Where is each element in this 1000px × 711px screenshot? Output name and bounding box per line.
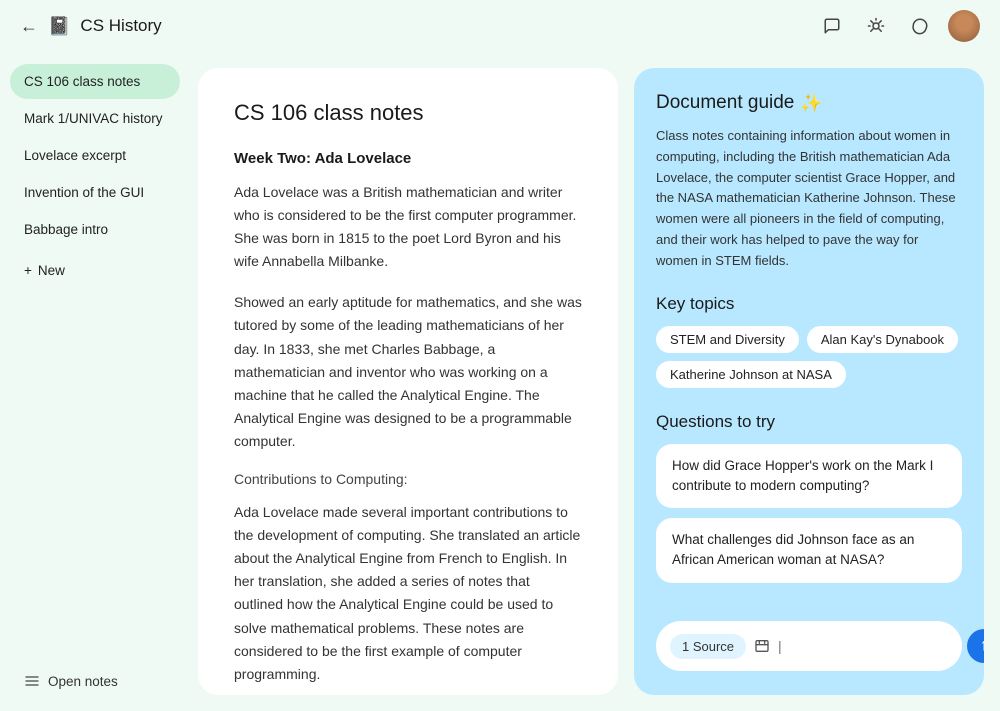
input-bar: 1 Source ↑	[656, 621, 962, 671]
plus-icon: +	[24, 263, 32, 278]
sidebar-item-cs106[interactable]: CS 106 class notes	[10, 64, 180, 99]
sidebar-item-gui[interactable]: Invention of the GUI	[10, 175, 180, 210]
chat-icon	[823, 17, 841, 35]
topics-container: STEM and Diversity Alan Kay's Dynabook K…	[656, 326, 962, 388]
open-notes-button[interactable]: Open notes	[10, 663, 180, 699]
attach-icon-button[interactable]	[754, 638, 770, 654]
doc-para-2: Showed an early aptitude for mathematics…	[234, 291, 582, 453]
main-layout: CS 106 class notes Mark 1/UNIVAC history…	[0, 52, 1000, 711]
guide-title: Document guide	[656, 92, 794, 114]
sparkle-icon: ✨	[800, 93, 822, 114]
comment-icon	[911, 17, 929, 35]
back-button[interactable]: ←	[20, 16, 38, 37]
send-button[interactable]: ↑	[967, 629, 984, 663]
bug-icon-button[interactable]	[860, 10, 892, 42]
new-note-button[interactable]: + New	[10, 253, 180, 288]
guide-spacer	[656, 609, 962, 613]
bug-icon	[867, 17, 885, 35]
sidebar-item-mark1[interactable]: Mark 1/UNIVAC history	[10, 101, 180, 136]
topbar: ← 📓 CS History	[0, 0, 1000, 52]
new-label: New	[38, 263, 65, 278]
attach-icon	[754, 638, 770, 654]
content-area: CS 106 class notes Week Two: Ada Lovelac…	[190, 52, 1000, 711]
send-icon: ↑	[980, 637, 984, 655]
doc-title: CS 106 class notes	[234, 100, 582, 126]
document-panel: CS 106 class notes Week Two: Ada Lovelac…	[198, 68, 618, 695]
open-notes-icon	[24, 673, 40, 689]
topbar-right	[816, 10, 980, 42]
chat-input[interactable]	[778, 638, 959, 654]
sidebar-item-babbage[interactable]: Babbage intro	[10, 212, 180, 247]
open-notes-label: Open notes	[48, 674, 118, 689]
key-topics-heading: Key topics	[656, 294, 962, 314]
avatar[interactable]	[948, 10, 980, 42]
question-card-2[interactable]: What challenges did Johnson face as an A…	[656, 518, 962, 583]
topic-chip-dynabook[interactable]: Alan Kay's Dynabook	[807, 326, 958, 353]
app-title: CS History	[80, 16, 161, 36]
doc-section-heading: Week Two: Ada Lovelace	[234, 150, 582, 167]
source-chip[interactable]: 1 Source	[670, 634, 746, 659]
avatar-image	[948, 10, 980, 42]
contributions-title: Contributions to Computing:	[234, 471, 582, 487]
sidebar-spacer	[10, 288, 180, 663]
doc-para-3: Ada Lovelace made several important cont…	[234, 501, 582, 686]
comment-icon-button[interactable]	[904, 10, 936, 42]
guide-header: Document guide ✨	[656, 92, 962, 114]
chat-icon-button[interactable]	[816, 10, 848, 42]
doc-para-1: Ada Lovelace was a British mathematician…	[234, 181, 582, 273]
questions-heading: Questions to try	[656, 412, 962, 432]
guide-panel: Document guide ✨ Class notes containing …	[634, 68, 984, 695]
topic-chip-johnson[interactable]: Katherine Johnson at NASA	[656, 361, 846, 388]
questions-section: Questions to try How did Grace Hopper's …	[656, 412, 962, 593]
topbar-left: ← 📓 CS History	[20, 16, 162, 37]
guide-description: Class notes containing information about…	[656, 126, 962, 272]
sidebar: CS 106 class notes Mark 1/UNIVAC history…	[0, 52, 190, 711]
app-icon: 📓	[48, 16, 70, 37]
topic-chip-stem[interactable]: STEM and Diversity	[656, 326, 799, 353]
sidebar-item-lovelace[interactable]: Lovelace excerpt	[10, 138, 180, 173]
question-card-1[interactable]: How did Grace Hopper's work on the Mark …	[656, 444, 962, 509]
